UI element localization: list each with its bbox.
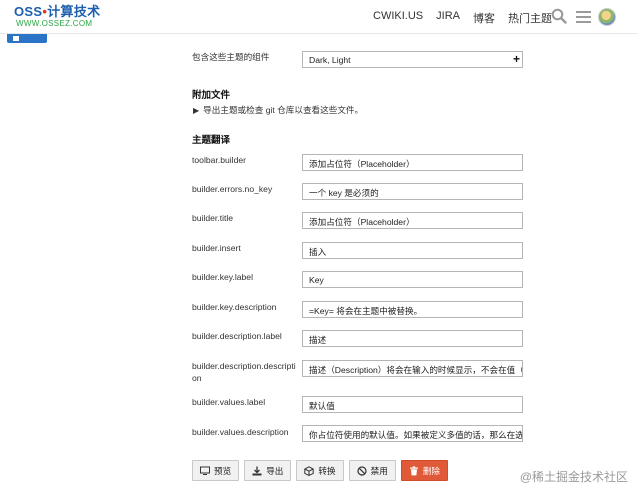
side-tab-button[interactable] <box>7 34 47 43</box>
translation-input[interactable]: Key <box>302 271 523 288</box>
site-logo[interactable]: OSS•计算技术 WWW.OSSEZ.COM <box>14 5 100 29</box>
translation-label-wrap: on <box>192 373 202 383</box>
translation-input[interactable]: 你占位符使用的默认值。如果被定义多值的话，那么在选择 <box>302 425 523 442</box>
preview-label: 预览 <box>214 465 232 476</box>
top-header: OSS•计算技术 WWW.OSSEZ.COM CWIKI.US JIRA 博客 … <box>0 0 638 34</box>
logo-title: OSS•计算技术 <box>14 4 101 19</box>
translation-input[interactable]: 描述（Description）将会在输入的时候显示，不会在值（V <box>302 360 523 377</box>
hamburger-menu-icon[interactable] <box>576 10 591 24</box>
translation-label: toolbar.builder <box>192 155 246 165</box>
translation-label: builder.errors.no_key <box>192 184 273 194</box>
action-bar: 预览 导出 转换 禁用 删除 <box>192 460 449 481</box>
disable-button[interactable]: 禁用 <box>348 460 396 481</box>
translation-input[interactable]: 描述 <box>302 330 523 347</box>
delete-label: 删除 <box>422 465 441 476</box>
translation-input[interactable]: =Key= 将会在主题中被替换。 <box>302 301 523 318</box>
translation-label: builder.title <box>192 213 234 223</box>
components-label: 包含这些主题的组件 <box>192 52 270 62</box>
translation-label: builder.insert <box>192 243 241 253</box>
attachments-heading: 附加文件 <box>192 90 231 101</box>
trash-icon <box>409 465 418 475</box>
attachments-toggle[interactable]: ▶ 导出主题或检查 git 仓库以查看这些文件。 <box>193 104 363 116</box>
tab-icon <box>13 36 19 41</box>
translation-label: builder.description.descripti <box>192 361 296 371</box>
nav-link-jira[interactable]: JIRA <box>436 10 460 26</box>
translations-heading: 主题翻译 <box>192 135 231 146</box>
components-select[interactable]: Dark, Light + <box>302 51 523 68</box>
ban-icon <box>357 465 367 476</box>
nav-link-hot-topics[interactable]: 热门主题 <box>508 10 552 26</box>
watermark: @稀土掘金技术社区 <box>519 470 628 484</box>
preview-button[interactable]: 预览 <box>192 460 240 481</box>
expand-arrow-icon: ▶ <box>193 106 200 115</box>
translation-label: builder.values.label <box>192 397 266 407</box>
convert-button[interactable]: 转换 <box>296 460 344 481</box>
translation-input[interactable]: 添加占位符（Placeholder） <box>302 212 523 229</box>
components-value: Dark, Light <box>309 55 351 65</box>
translation-input[interactable]: 插入 <box>302 242 523 259</box>
disable-label: 禁用 <box>370 465 388 476</box>
search-icon[interactable] <box>551 8 567 24</box>
translation-input[interactable]: 添加占位符（Placeholder） <box>302 154 523 171</box>
top-nav: CWIKI.US JIRA 博客 热门主题 <box>373 10 552 26</box>
cube-icon <box>304 465 315 476</box>
download-icon <box>252 466 262 475</box>
translation-input[interactable]: 一个 key 是必须的 <box>302 183 523 200</box>
translation-label: builder.values.description <box>192 427 289 437</box>
translation-label: builder.key.description <box>192 302 277 312</box>
nav-link-cwiki[interactable]: CWIKI.US <box>373 10 423 26</box>
export-label: 导出 <box>266 465 284 476</box>
translation-label: builder.key.label <box>192 272 253 282</box>
export-button[interactable]: 导出 <box>244 460 292 481</box>
delete-button[interactable]: 删除 <box>400 460 449 481</box>
translation-input[interactable]: 默认值 <box>302 396 523 413</box>
logo-subtitle: WWW.OSSEZ.COM <box>16 19 93 28</box>
add-component-icon[interactable]: + <box>513 52 520 67</box>
translation-label: builder.description.label <box>192 331 282 341</box>
nav-link-blog[interactable]: 博客 <box>473 10 495 26</box>
user-avatar[interactable] <box>598 8 616 26</box>
attachments-hint: 导出主题或检查 git 仓库以查看这些文件。 <box>203 105 364 115</box>
monitor-icon <box>200 466 210 475</box>
convert-label: 转换 <box>318 465 336 476</box>
